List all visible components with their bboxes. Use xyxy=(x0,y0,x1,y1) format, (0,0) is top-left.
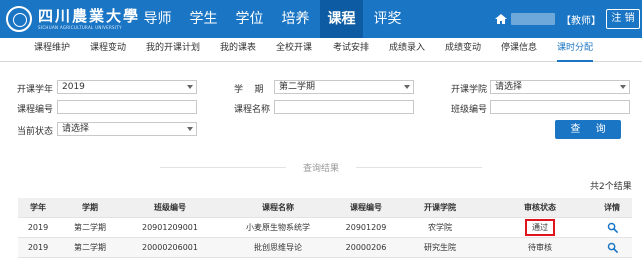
user-name-redacted xyxy=(511,13,555,25)
col-header-review-status: 审核状态 xyxy=(524,203,556,212)
col-header-course-name: 课程名称 xyxy=(262,203,294,212)
divider-right xyxy=(356,167,482,168)
sub-nav: 课程维护 课程变动 我的开课计划 我的课表 全校开课 考试安排 成绩录入 成绩变… xyxy=(0,38,642,62)
subnav-my-schedule[interactable]: 我的课表 xyxy=(220,38,256,62)
term-select-value: 第二学期 xyxy=(279,82,316,92)
cell-class-code: 20901209001 xyxy=(142,223,198,232)
university-seal-icon xyxy=(6,6,32,32)
table-header-row: 学年 学期 班级编号 课程名称 课程编号 开课学院 审核状态 详情 xyxy=(18,198,632,218)
chevron-down-icon xyxy=(187,127,193,131)
cell-course-code: 20901209 xyxy=(345,223,387,232)
logo-english-name: SICHUAN AGRICULTURAL UNIVERSITY xyxy=(38,25,122,30)
college-label: 开课学院 xyxy=(451,85,488,95)
main-nav: 导师 学生 学位 培养 课程 评奖 xyxy=(136,0,412,38)
subnav-suspension-info[interactable]: 停课信息 xyxy=(501,38,537,62)
college-select[interactable]: 请选择 xyxy=(490,80,630,94)
col-header-details: 详情 xyxy=(604,203,620,212)
subnav-course-change[interactable]: 课程变动 xyxy=(90,38,126,62)
term-select[interactable]: 第二学期 xyxy=(274,80,414,94)
class-code-label: 班级编号 xyxy=(451,105,488,115)
class-code-input[interactable] xyxy=(490,100,630,114)
nav-item-student[interactable]: 学生 xyxy=(182,0,225,38)
col-header-class-code: 班级编号 xyxy=(154,203,186,212)
nav-item-degree[interactable]: 学位 xyxy=(228,0,271,38)
year-label: 开课学年 xyxy=(17,85,54,95)
results-table: 学年 学期 班级编号 课程名称 课程编号 开课学院 审核状态 详情 2019 第… xyxy=(18,198,632,258)
subnav-my-plan[interactable]: 我的开课计划 xyxy=(146,38,200,62)
divider-left xyxy=(160,167,286,168)
search-icon[interactable] xyxy=(592,218,632,238)
nav-item-awards[interactable]: 评奖 xyxy=(366,0,409,38)
cell-course-name: 小麦原生物系统学 xyxy=(246,223,310,232)
term-label: 学 期 xyxy=(234,85,264,95)
subnav-course-maintenance[interactable]: 课程维护 xyxy=(34,38,70,62)
course-name-input[interactable] xyxy=(274,100,414,114)
subnav-exam-schedule[interactable]: 考试安排 xyxy=(333,38,369,62)
search-button[interactable]: 查 询 xyxy=(555,120,621,139)
course-code-input[interactable] xyxy=(57,100,197,114)
subnav-all-courses[interactable]: 全校开课 xyxy=(276,38,312,62)
nav-item-course[interactable]: 课程 xyxy=(320,0,363,38)
home-icon[interactable] xyxy=(494,12,508,26)
logo-chinese-name: 四川農業大學 xyxy=(38,7,141,25)
cell-term: 第二学期 xyxy=(74,223,106,232)
table-row: 2019 第二学期 20901209001 小麦原生物系统学 20901209 … xyxy=(18,218,632,238)
user-area: 【教师】 注 销 xyxy=(494,0,640,38)
status-approved-highlighted: 通过 xyxy=(525,219,555,236)
course-code-label: 课程编号 xyxy=(17,105,54,115)
subnav-grade-change[interactable]: 成绩变动 xyxy=(445,38,481,62)
year-select[interactable]: 2019 xyxy=(57,80,197,94)
chevron-down-icon xyxy=(187,85,193,89)
year-select-value: 2019 xyxy=(62,82,85,92)
user-role: 【教师】 xyxy=(561,15,601,27)
results-title: 查询结果 xyxy=(302,164,339,174)
university-logo[interactable]: 四川農業大學 SICHUAN AGRICULTURAL UNIVERSITY xyxy=(6,5,140,33)
cell-course-code: 20000206 xyxy=(345,243,387,252)
cell-course-name: 批创思维导论 xyxy=(254,243,302,252)
col-header-year: 学年 xyxy=(30,203,46,212)
col-header-course-code: 课程编号 xyxy=(350,203,382,212)
logo-text: 四川農業大學 SICHUAN AGRICULTURAL UNIVERSITY xyxy=(38,7,140,31)
state-select-value: 请选择 xyxy=(62,124,90,134)
chevron-down-icon xyxy=(404,85,410,89)
course-name-label: 课程名称 xyxy=(234,105,271,115)
nav-item-mentor[interactable]: 导师 xyxy=(136,0,179,38)
college-select-value: 请选择 xyxy=(495,82,523,92)
cell-year: 2019 xyxy=(27,243,49,252)
cell-college: 研究生院 xyxy=(424,243,456,252)
cell-year: 2019 xyxy=(27,223,49,232)
subnav-grade-entry[interactable]: 成绩录入 xyxy=(389,38,425,62)
cell-term: 第二学期 xyxy=(74,243,106,252)
results-count: 共2个结果 xyxy=(590,182,632,192)
logout-button[interactable]: 注 销 xyxy=(606,9,640,29)
state-select[interactable]: 请选择 xyxy=(57,122,197,136)
cell-class-code: 20000206001 xyxy=(142,243,198,252)
top-bar: 四川農業大學 SICHUAN AGRICULTURAL UNIVERSITY 导… xyxy=(0,0,642,38)
search-icon[interactable] xyxy=(592,238,632,258)
cell-college: 农学院 xyxy=(428,223,452,232)
chevron-down-icon xyxy=(620,85,626,89)
nav-item-training[interactable]: 培养 xyxy=(274,0,317,38)
col-header-college: 开课学院 xyxy=(424,203,456,212)
cell-review-status: 通过 xyxy=(508,218,572,238)
state-label: 当前状态 xyxy=(17,127,54,137)
subnav-hours-allocation[interactable]: 课时分配 xyxy=(557,38,594,62)
col-header-term: 学期 xyxy=(82,203,98,212)
table-row: 2019 第二学期 20000206001 批创思维导论 20000206 研究… xyxy=(18,238,632,258)
cell-review-status: 待审核 xyxy=(528,243,552,252)
